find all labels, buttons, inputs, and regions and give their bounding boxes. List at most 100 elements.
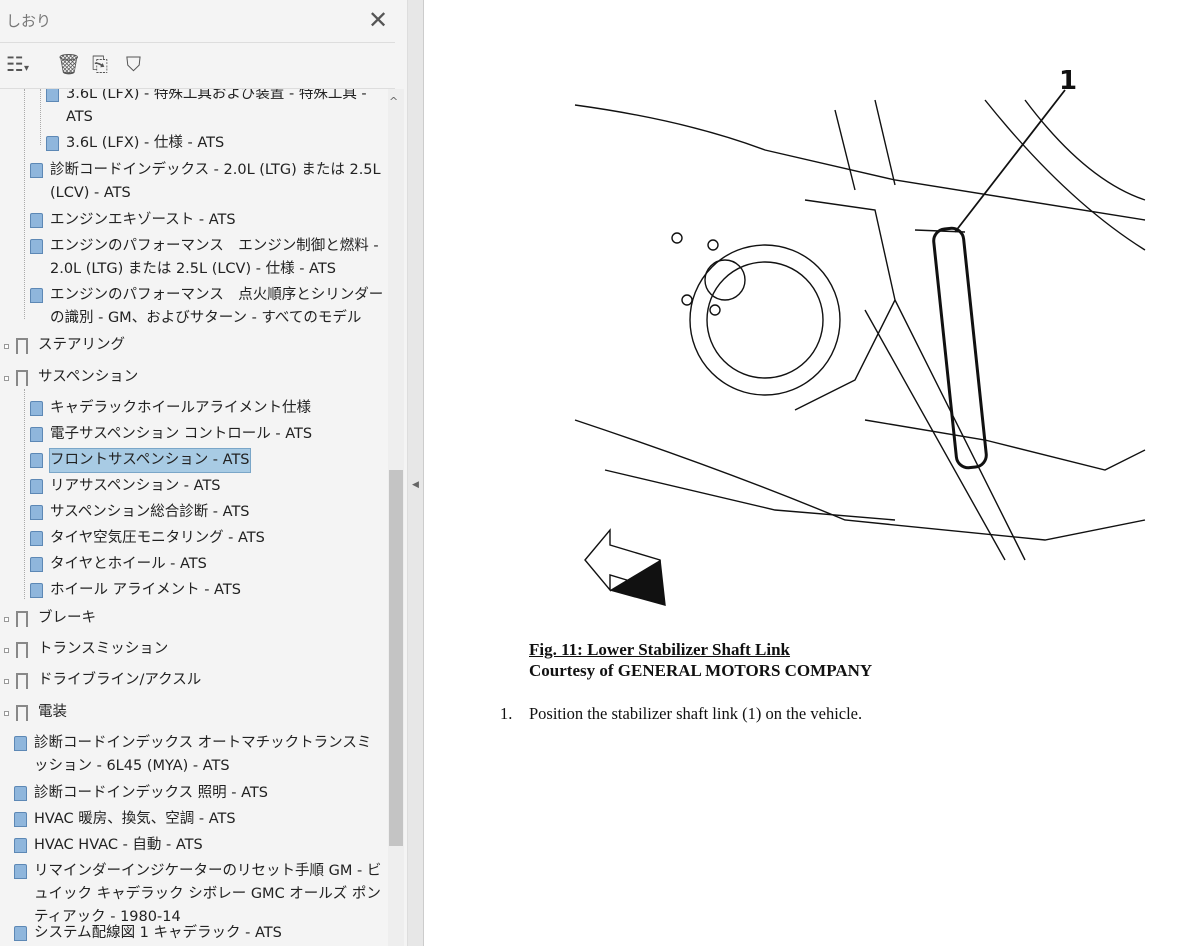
bookmark-item[interactable]: 3.6L (LFX) - 特殊工具および装置 - 特殊工具 - ATS bbox=[66, 89, 384, 129]
bookmark-item[interactable]: システム配線図 1 キャデラック - ATS bbox=[34, 922, 384, 945]
bookmark-icon bbox=[14, 838, 27, 853]
bookmark-item[interactable]: エンジンエキゾースト - ATS bbox=[50, 209, 384, 232]
bookmark-item[interactable]: 電子サスペンション コントロール - ATS bbox=[50, 423, 384, 446]
collapse-arrow-icon[interactable]: ◀ bbox=[412, 480, 419, 490]
step-text: Position the stabilizer shaft link (1) o… bbox=[529, 704, 863, 723]
bookmark-item[interactable]: リマインダーインジケーターのリセット手順 GM - ビュイック キャデラック シ… bbox=[34, 860, 384, 929]
scrollbar-thumb[interactable] bbox=[389, 470, 403, 846]
bookmark-label: リアサスペンション - ATS bbox=[50, 478, 221, 494]
bookmark-icon bbox=[30, 557, 43, 572]
bookmarks-panel: しおり ✕ ☷▾ 🗑 ⎘ ⛉ 3.6L (LFX) - 特殊工具および装置 - … bbox=[0, 0, 408, 946]
bookmark-tree: 3.6L (LFX) - 特殊工具および装置 - 特殊工具 - ATS 3.6L … bbox=[0, 89, 388, 946]
bookmark-outline-icon bbox=[16, 611, 28, 627]
bookmark-label: ステアリング bbox=[38, 337, 125, 353]
bookmark-label: ブレーキ bbox=[38, 610, 96, 626]
bookmark-icon bbox=[14, 926, 27, 941]
bookmark-item[interactable]: エンジンのパフォーマンス エンジン制御と燃料 - 2.0L (LTG) または … bbox=[50, 235, 384, 281]
bookmark-label: システム配線図 1 キャデラック - ATS bbox=[34, 925, 282, 941]
step-number: 1. bbox=[500, 704, 513, 723]
bookmark-icon bbox=[30, 213, 43, 228]
bookmark-item[interactable]: HVAC 暖房、換気、空調 - ATS bbox=[34, 808, 384, 831]
bookmark-item[interactable]: タイヤとホイール - ATS bbox=[50, 553, 384, 576]
bookmark-item[interactable]: ドライブライン/アクスル bbox=[38, 669, 384, 692]
bookmark-icon bbox=[14, 812, 27, 827]
bookmark-outline-icon bbox=[16, 338, 28, 354]
bookmark-label: 診断コードインデックス - 2.0L (LTG) または 2.5L (LCV) … bbox=[50, 162, 381, 201]
bookmark-outline-icon bbox=[16, 705, 28, 721]
bookmark-label: サスペンション bbox=[38, 369, 139, 385]
bookmark-label: キャデラックホイールアライメント仕様 bbox=[50, 400, 311, 416]
figure-title: Fig. 11: Lower Stabilizer Shaft Link bbox=[529, 640, 791, 659]
bookmark-outline-icon bbox=[16, 642, 28, 658]
bookmark-icon bbox=[46, 136, 59, 151]
tree-line bbox=[24, 389, 25, 599]
bookmark-item[interactable]: 診断コードインデックス 照明 - ATS bbox=[34, 782, 384, 805]
tree-line bbox=[24, 89, 25, 319]
panel-splitter[interactable]: ◀ bbox=[408, 0, 424, 946]
bookmark-label: HVAC HVAC - 自動 - ATS bbox=[34, 837, 203, 853]
bookmark-item[interactable]: ステアリング bbox=[38, 334, 384, 357]
bookmark-item[interactable]: 診断コードインデックス - 2.0L (LTG) または 2.5L (LCV) … bbox=[50, 159, 384, 205]
bookmark-icon bbox=[30, 479, 43, 494]
expand-toggle[interactable] bbox=[4, 617, 9, 622]
bookmark-item[interactable]: 3.6L (LFX) - 仕様 - ATS bbox=[66, 132, 384, 155]
bookmark-label: HVAC 暖房、換気、空調 - ATS bbox=[34, 811, 236, 827]
bookmark-icon bbox=[14, 786, 27, 801]
bookmark-icon bbox=[30, 583, 43, 598]
expand-toggle[interactable] bbox=[4, 679, 9, 684]
bookmark-outline-icon bbox=[16, 370, 28, 386]
bookmark-label: 電子サスペンション コントロール - ATS bbox=[50, 426, 313, 442]
bookmark-label: フロントサスペンション - ATS bbox=[49, 448, 251, 473]
bookmark-label: 電装 bbox=[38, 704, 67, 720]
bookmark-icon bbox=[30, 505, 43, 520]
scroll-up-icon[interactable]: ^ bbox=[389, 95, 398, 108]
expand-toggle[interactable] bbox=[4, 711, 9, 716]
bookmark-outline-icon bbox=[16, 673, 28, 689]
bookmark-label: エンジンのパフォーマンス エンジン制御と燃料 - 2.0L (LTG) または … bbox=[50, 238, 379, 277]
bookmark-item[interactable]: 診断コードインデックス オートマチックトランスミッション - 6L45 (MYA… bbox=[34, 732, 384, 778]
bookmark-item[interactable]: リアサスペンション - ATS bbox=[50, 475, 384, 498]
divider bbox=[0, 42, 395, 43]
bookmark-icon bbox=[46, 89, 59, 102]
bookmark-label: ホイール アライメント - ATS bbox=[50, 582, 241, 598]
bookmark-item[interactable]: トランスミッション bbox=[38, 638, 384, 661]
bookmark-icon bbox=[30, 401, 43, 416]
bookmark-label: リマインダーインジケーターのリセット手順 GM - ビュイック キャデラック シ… bbox=[34, 863, 382, 925]
bookmark-icon bbox=[30, 427, 43, 442]
bookmark-item[interactable]: キャデラックホイールアライメント仕様 bbox=[50, 397, 384, 420]
bookmark-icon bbox=[30, 453, 43, 468]
bookmark-label: 診断コードインデックス オートマチックトランスミッション - 6L45 (MYA… bbox=[34, 735, 372, 774]
bookmark-label: 診断コードインデックス 照明 - ATS bbox=[34, 785, 268, 801]
bookmark-label: 3.6L (LFX) - 特殊工具および装置 - 特殊工具 - ATS bbox=[66, 89, 367, 125]
document-page: 1 Fig. 11: Lower Stabilizer Shaft Link C… bbox=[425, 0, 1200, 946]
bookmark-icon bbox=[14, 864, 27, 879]
figure-courtesy: Courtesy of GENERAL MOTORS COMPANY bbox=[529, 661, 873, 680]
new-bookmark-icon[interactable]: ⎘ bbox=[92, 52, 108, 78]
expand-toggle[interactable] bbox=[4, 648, 9, 653]
bookmark-icon bbox=[30, 239, 43, 254]
bookmark-icon bbox=[30, 288, 43, 303]
callout-label: 1 bbox=[1059, 66, 1078, 96]
suspension-diagram bbox=[574, 89, 1146, 606]
bookmark-label: 3.6L (LFX) - 仕様 - ATS bbox=[66, 135, 225, 151]
bookmark-icon bbox=[14, 736, 27, 751]
bookmark-item[interactable]: サスペンション総合診断 - ATS bbox=[50, 501, 384, 524]
bookmark-label: エンジンのパフォーマンス 点火順序とシリンダーの識別 - GM、およびサターン … bbox=[50, 287, 384, 326]
bookmark-item[interactable]: エンジンのパフォーマンス 点火順序とシリンダーの識別 - GM、およびサターン … bbox=[50, 284, 384, 330]
expand-toggle[interactable] bbox=[4, 376, 9, 381]
bookmark-item[interactable]: ホイール アライメント - ATS bbox=[50, 579, 384, 602]
close-icon[interactable]: ✕ bbox=[368, 6, 388, 34]
bookmark-item[interactable]: 電装 bbox=[38, 701, 384, 724]
bookmark-label: タイヤ空気圧モニタリング - ATS bbox=[50, 530, 265, 546]
options-menu-icon[interactable]: ☷▾ bbox=[6, 52, 29, 78]
delete-icon[interactable]: 🗑 bbox=[56, 52, 81, 78]
bookmark-label: サスペンション総合診断 - ATS bbox=[50, 504, 250, 520]
expand-toggle[interactable] bbox=[4, 344, 9, 349]
bookmark-item[interactable]: タイヤ空気圧モニタリング - ATS bbox=[50, 527, 384, 550]
bookmark-item[interactable]: ブレーキ bbox=[38, 607, 384, 630]
bookmark-item[interactable]: フロントサスペンション - ATS bbox=[49, 448, 384, 473]
bookmark-icon bbox=[30, 531, 43, 546]
bookmark-expand-icon[interactable]: ⛉ bbox=[126, 52, 141, 78]
bookmark-item[interactable]: HVAC HVAC - 自動 - ATS bbox=[34, 834, 384, 857]
bookmark-item[interactable]: サスペンション bbox=[38, 366, 384, 389]
